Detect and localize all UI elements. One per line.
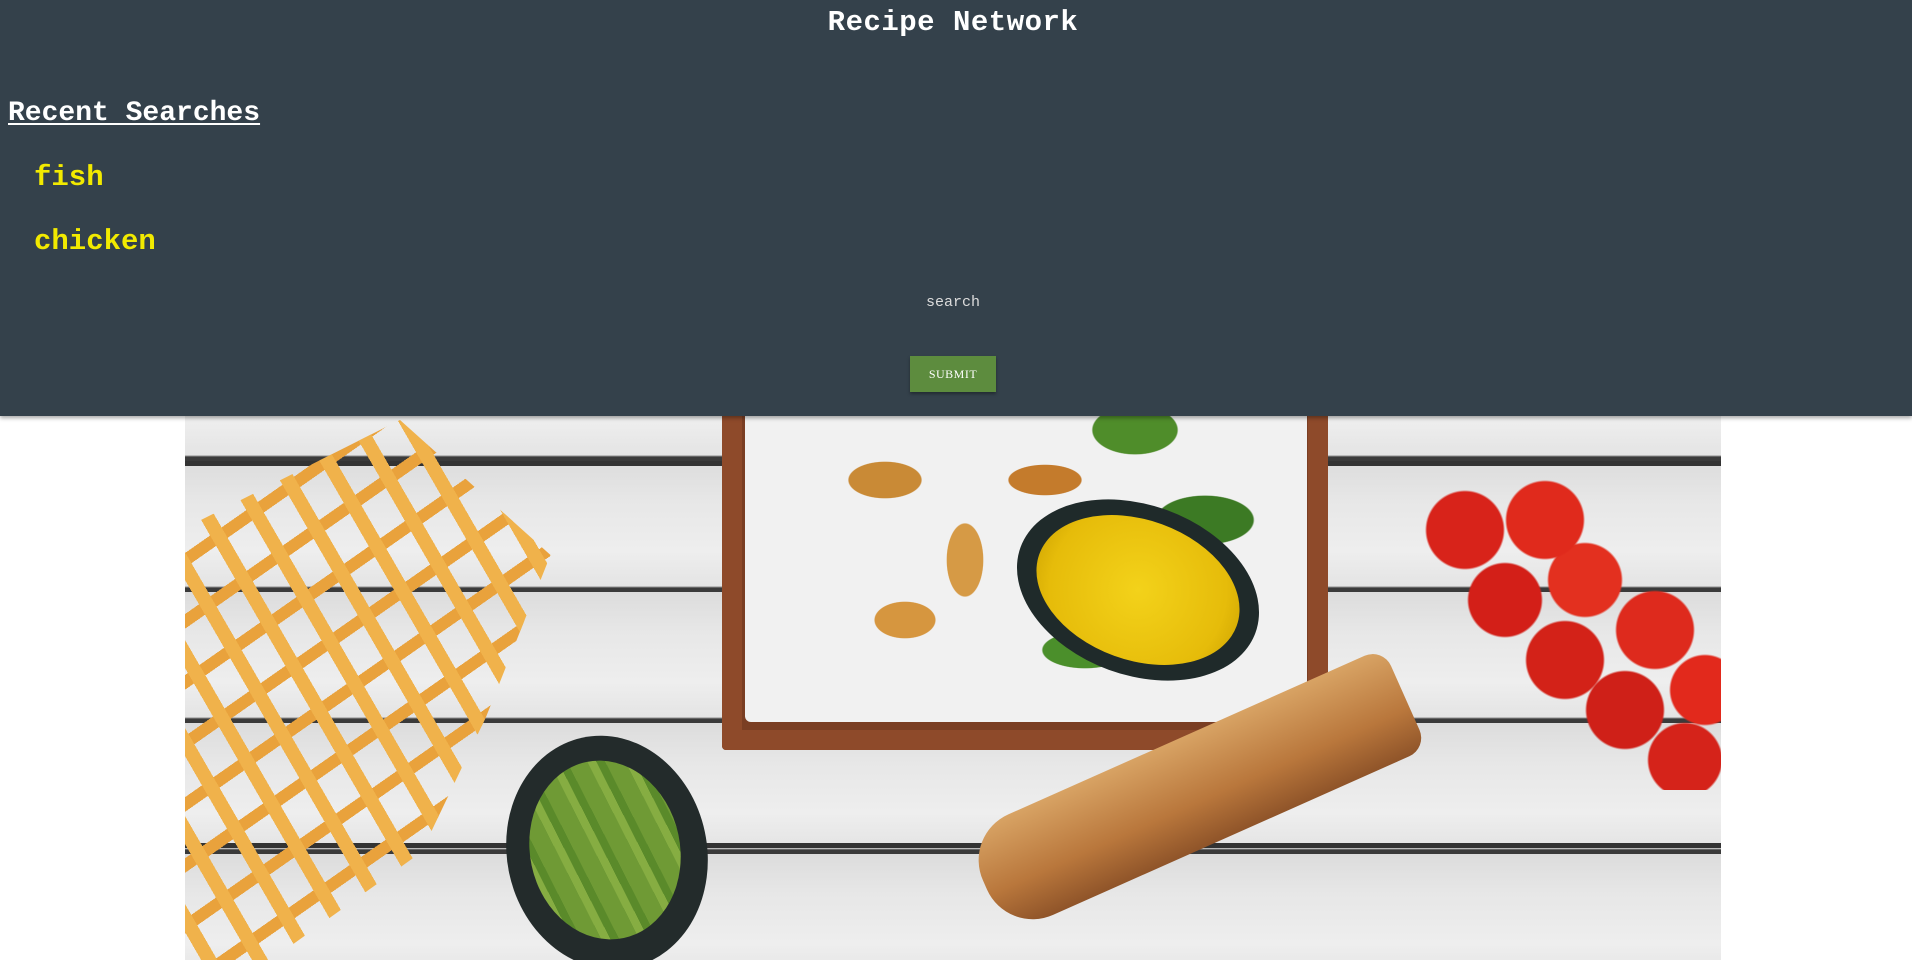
- app-header: Recipe Network Recent Searches fish chic…: [0, 0, 1912, 416]
- submit-button[interactable]: SUBMIT: [910, 356, 996, 392]
- hero-food-image: [185, 330, 1721, 960]
- cherry-tomatoes-shape: [1415, 460, 1721, 790]
- recent-search-item-chicken[interactable]: chicken: [34, 225, 156, 258]
- recent-searches-heading: Recent Searches: [8, 98, 261, 129]
- recent-search-item-fish[interactable]: fish: [34, 161, 104, 194]
- app-title: Recipe Network: [827, 6, 1079, 39]
- search-input[interactable]: [806, 286, 1100, 318]
